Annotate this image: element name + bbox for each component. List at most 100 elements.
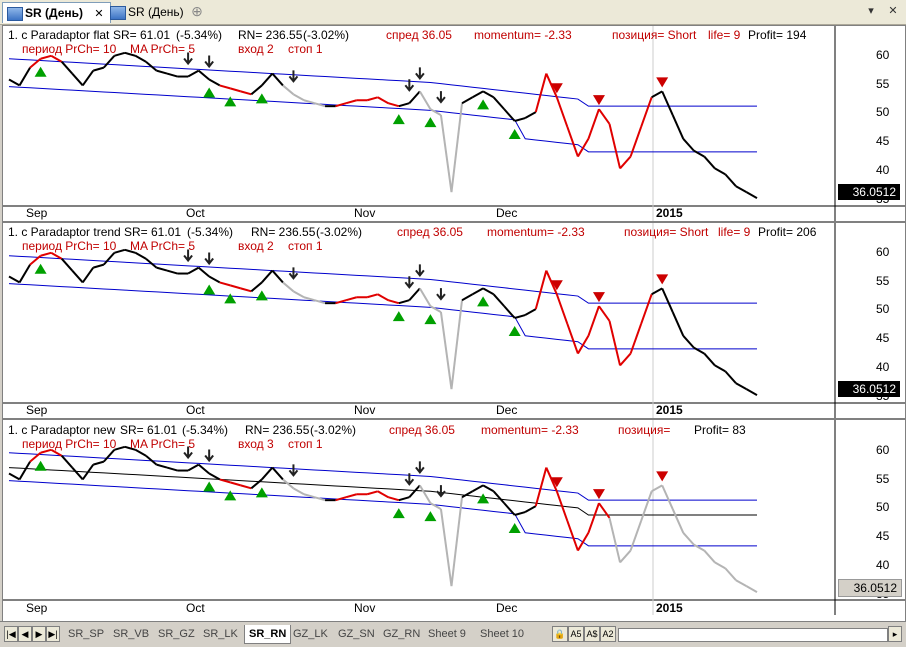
- chart-area[interactable]: [2, 25, 906, 622]
- prev-sheet-button[interactable]: ◀: [18, 626, 32, 642]
- y-tick-label: 55: [876, 273, 890, 288]
- y-tick-label: 40: [876, 557, 890, 572]
- price-line-segment: [292, 93, 305, 102]
- price-line-segment: [81, 70, 95, 87]
- x-axis-label: 2015: [656, 403, 683, 417]
- price-line-segment: [134, 54, 147, 63]
- y-tick-label: 40: [876, 162, 890, 177]
- zoom-a-dollar-button[interactable]: A$: [584, 626, 600, 642]
- price-line-segment: [566, 520, 579, 551]
- buy-signal-marker: [477, 493, 490, 504]
- sheet-tab-sheet-9[interactable]: Sheet 9: [424, 625, 470, 643]
- sheet-tab-sr_lk[interactable]: SR_LK: [199, 625, 242, 643]
- pane-flat-entry: вход 2: [238, 42, 274, 56]
- price-line-segment: [197, 266, 210, 278]
- sheet-tab-sheet-10[interactable]: Sheet 10: [476, 625, 528, 643]
- y-tick-label: 50: [876, 500, 890, 515]
- sheet-tab-sr_vb[interactable]: SR_VB: [109, 625, 153, 643]
- pane-new-ma: MA PrCh= 5: [130, 437, 196, 451]
- price-line-segment: [366, 490, 379, 496]
- sheet-tab-sr_rn[interactable]: SR_RN: [244, 625, 292, 644]
- price-line-segment: [71, 72, 84, 87]
- upper-band-line: [8, 58, 757, 107]
- buy-signal-marker: [477, 296, 490, 307]
- price-line-segment: [187, 69, 200, 78]
- close-window-icon[interactable]: ✕: [886, 4, 900, 18]
- price-line-segment: [103, 252, 116, 266]
- buy-signal-marker: [477, 99, 490, 110]
- buy-signal-marker: [224, 490, 237, 501]
- first-sheet-button[interactable]: |◀: [4, 626, 18, 642]
- buy-signal-marker: [34, 66, 47, 77]
- price-line-segment: [18, 67, 31, 86]
- price-line-segment: [366, 96, 379, 102]
- price-line-segment: [60, 258, 73, 272]
- price-line-segment: [398, 299, 410, 305]
- price-line-segment: [661, 287, 674, 313]
- sheet-tab-gz_lk[interactable]: GZ_LK: [289, 625, 332, 643]
- sheet-tab-sr_sp[interactable]: SR_SP: [64, 625, 108, 643]
- pane-trend-period: период PrCh= 10: [22, 239, 117, 253]
- price-line-segment: [492, 293, 505, 307]
- y-tick-label: 55: [876, 471, 890, 486]
- sell-signal-marker: [656, 471, 669, 482]
- pane-trend-life: life= 9: [718, 225, 751, 239]
- price-line-segment: [514, 314, 526, 319]
- price-line-segment: [314, 102, 326, 108]
- buy-signal-marker: [508, 326, 521, 336]
- y-tick-label: 40: [876, 359, 890, 374]
- price-line-segment: [482, 287, 495, 296]
- sheet-tab-gz_sn[interactable]: GZ_SN: [334, 625, 379, 643]
- sheet-tab-sr_gz[interactable]: SR_GZ: [154, 625, 199, 643]
- price-line-segment: [261, 72, 274, 87]
- price-line-segment: [166, 466, 178, 472]
- buy-signal-marker: [508, 129, 521, 139]
- pane-trend-title: 1. c Paradaptor trend: [8, 225, 121, 239]
- dropdown-icon[interactable]: ▾: [864, 4, 878, 18]
- price-line-segment: [439, 114, 453, 193]
- x-axis-label: Dec: [496, 206, 518, 220]
- pane-flat-rn-pct: (-3.02%): [303, 28, 350, 42]
- price-line-segment: [8, 472, 21, 481]
- buy-signal-marker: [392, 508, 405, 519]
- price-line-segment: [250, 84, 263, 96]
- next-sheet-button[interactable]: ▶: [32, 626, 46, 642]
- sheet-tab-gz_rn[interactable]: GZ_RN: [379, 625, 424, 643]
- price-line-segment: [608, 123, 622, 169]
- price-line-segment: [745, 388, 758, 396]
- tab-sr-day-1[interactable]: SR (День) ✕: [2, 2, 111, 23]
- tab-sr-day-2[interactable]: SR (День): [106, 2, 190, 22]
- price-line-segment: [261, 466, 274, 481]
- price-line-segment: [261, 269, 274, 284]
- x-axis-label: Oct: [186, 403, 205, 417]
- pane-flat-ma: MA PrCh= 5: [130, 42, 196, 56]
- price-line-segment: [640, 96, 653, 128]
- price-line-segment: [461, 96, 474, 105]
- horizontal-scrollbar[interactable]: [618, 628, 888, 642]
- price-line-segment: [735, 185, 747, 194]
- price-line-segment: [714, 561, 726, 570]
- price-line-segment: [534, 270, 548, 310]
- price-line-segment: [514, 117, 526, 122]
- price-line-segment: [387, 496, 400, 502]
- zoom-a2-button[interactable]: A2: [600, 626, 616, 642]
- last-value-label: 36.0512: [838, 184, 900, 200]
- add-tab-icon[interactable]: ⊕: [190, 4, 204, 18]
- close-tab-icon[interactable]: ✕: [94, 8, 103, 20]
- pane-trend-momentum: momentum= -2.33: [487, 225, 585, 239]
- sell-signal-marker: [592, 489, 605, 500]
- y-tick-label: 50: [876, 105, 890, 120]
- last-sheet-button[interactable]: ▶|: [46, 626, 60, 642]
- buy-signal-marker: [424, 511, 437, 522]
- price-line-segment: [450, 103, 464, 193]
- pane-flat-rn: RN= 236.55: [238, 28, 303, 42]
- pane-trend-stop: стоп 1: [288, 239, 323, 253]
- x-axis-label: Oct: [186, 206, 205, 220]
- tab-label: SR (День): [128, 5, 184, 19]
- pane-new-title: 1. c Paradaptor new: [8, 423, 116, 437]
- x-axis-label: Dec: [496, 403, 518, 417]
- scroll-right-button[interactable]: ▸: [888, 626, 902, 642]
- price-line-segment: [387, 299, 400, 305]
- zoom-a5-button[interactable]: A5: [568, 626, 584, 642]
- lock-icon[interactable]: 🔒: [552, 626, 568, 642]
